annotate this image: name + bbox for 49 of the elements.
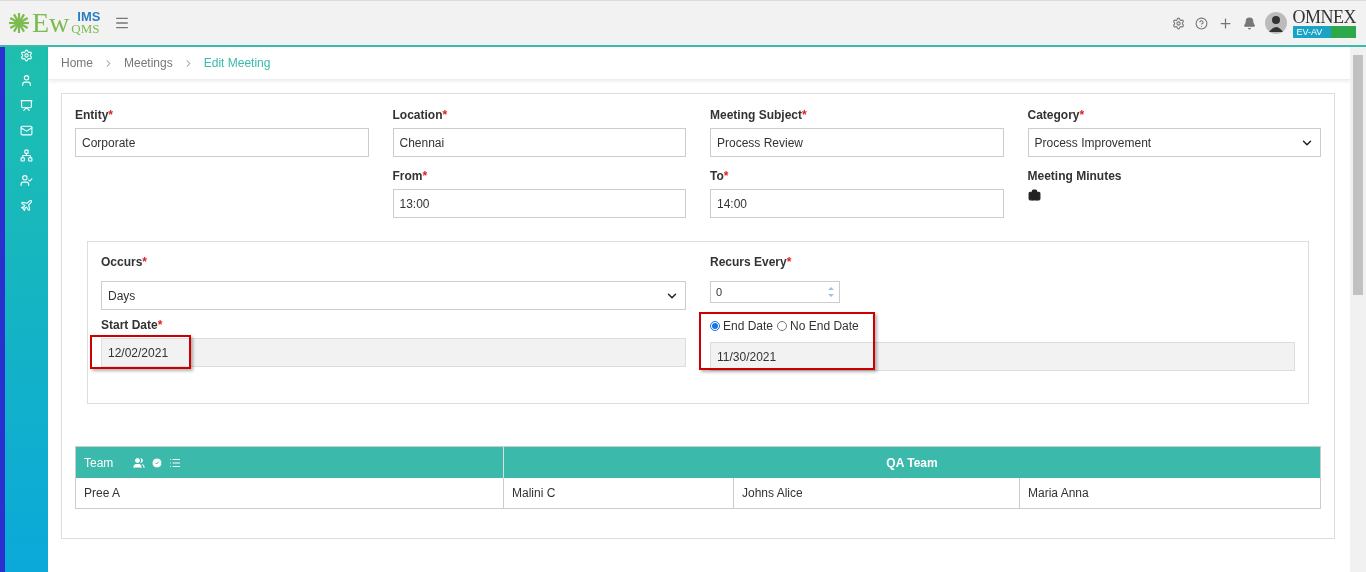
table-cell: Malini C [503, 478, 733, 508]
select-field[interactable]: Process Improvement [1027, 128, 1321, 157]
field-label: Category* [1027, 108, 1086, 122]
menu-icon[interactable] [114, 15, 131, 31]
text-field[interactable]: Process Review [710, 128, 1004, 157]
field-label: Location* [392, 108, 449, 122]
brand-logo: OMNEX EV-AV [1292, 8, 1356, 38]
field-label: Recurs Every* [710, 255, 793, 269]
breadcrumb-link[interactable]: Home [61, 56, 93, 70]
text-field[interactable]: 14:00 [710, 189, 1004, 218]
plus-icon[interactable] [1217, 15, 1233, 31]
help-icon[interactable] [1194, 16, 1208, 30]
field-label: To* [710, 169, 730, 183]
table-cell: Johns Alice [733, 478, 1019, 508]
settings-icon[interactable] [1171, 16, 1185, 30]
avatar-icon[interactable] [1264, 12, 1287, 34]
sunburst-icon [8, 12, 30, 34]
field-label: Entity* [75, 108, 114, 122]
field-label: Meeting Subject* [710, 108, 808, 122]
mail-icon[interactable] [20, 124, 33, 137]
user-icon[interactable] [20, 74, 33, 87]
user-check-icon[interactable] [20, 174, 33, 187]
network-icon[interactable] [20, 149, 33, 162]
field-label: Occurs* [101, 255, 149, 269]
scrollbar[interactable] [1350, 47, 1366, 572]
plane-icon[interactable] [20, 199, 33, 212]
column-header: QA Team [503, 447, 1320, 478]
list-icon[interactable] [169, 456, 182, 469]
date-field[interactable]: 12/02/2021 [101, 338, 686, 367]
bell-icon[interactable] [1242, 16, 1256, 30]
column-header: Team [76, 447, 503, 478]
table-cell: Maria Anna [1019, 478, 1320, 508]
spinner-arrows-icon [827, 285, 835, 299]
date-field[interactable]: 11/30/2021 [710, 342, 1295, 371]
text-field[interactable]: Corporate [75, 128, 369, 157]
users-icon[interactable] [133, 456, 146, 469]
field-label: Start Date* [101, 318, 164, 332]
text-field[interactable]: Chennai [392, 128, 686, 157]
table-cell-text: Pree A [83, 485, 122, 502]
field-label: Meeting Minutes [1027, 169, 1123, 183]
radio-option[interactable]: End Date [710, 319, 774, 333]
radio-option[interactable]: No End Date [777, 319, 859, 333]
text-field[interactable]: 13:00 [392, 189, 686, 218]
breadcrumb-link[interactable]: Meetings [124, 56, 173, 70]
presentation-icon[interactable] [20, 99, 33, 112]
field-label: From* [392, 169, 429, 183]
number-field[interactable]: 0 [710, 281, 840, 303]
check-circle-icon[interactable] [151, 456, 164, 469]
select-field[interactable]: Days [101, 281, 686, 310]
